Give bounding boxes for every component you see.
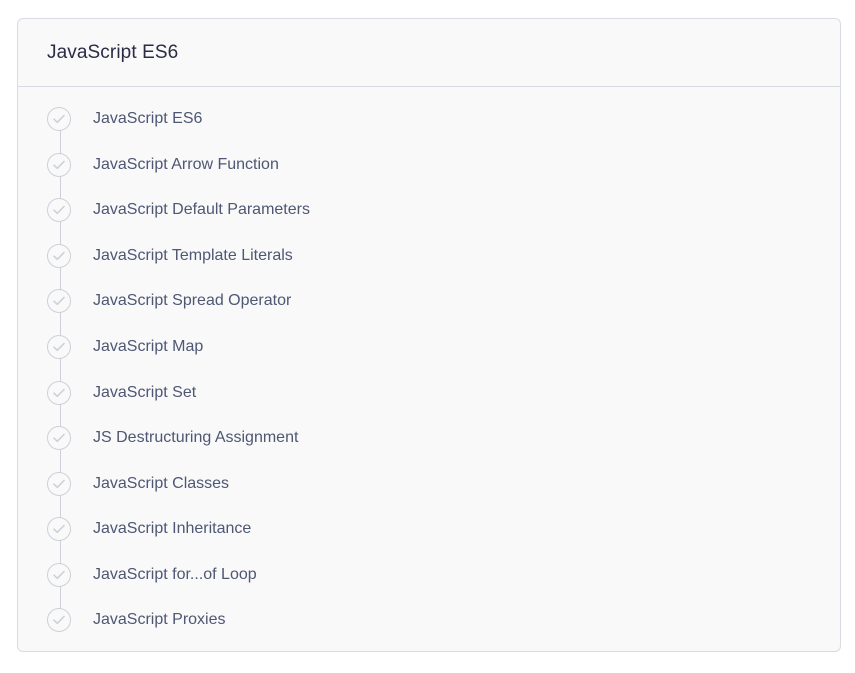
check-circle-icon: [47, 153, 71, 177]
check-circle-icon: [47, 426, 71, 450]
check-circle-icon: [47, 563, 71, 587]
topic-link[interactable]: JavaScript Set: [93, 378, 196, 408]
check-circle-icon: [47, 335, 71, 359]
topic-link[interactable]: JavaScript for...of Loop: [93, 560, 257, 590]
check-circle-icon: [47, 517, 71, 541]
section-title: JavaScript ES6: [47, 41, 179, 63]
list-item[interactable]: JavaScript Default Parameters: [18, 195, 818, 225]
list-item[interactable]: JavaScript Arrow Function: [18, 150, 818, 180]
check-circle-icon: [47, 198, 71, 222]
check-circle-icon: [47, 244, 71, 268]
check-circle-icon: [47, 381, 71, 405]
topic-link[interactable]: JavaScript Default Parameters: [93, 195, 310, 225]
check-circle-icon: [47, 472, 71, 496]
topic-link[interactable]: JavaScript Map: [93, 332, 203, 362]
topic-link[interactable]: JavaScript ES6: [93, 104, 202, 134]
topic-link[interactable]: JavaScript Template Literals: [93, 241, 293, 271]
list-item[interactable]: JavaScript Inheritance: [18, 514, 818, 544]
topic-list-card: JavaScript ES6 JavaScript ES6 JavaScript…: [17, 18, 841, 652]
topic-link[interactable]: JavaScript Inheritance: [93, 514, 251, 544]
list-item[interactable]: JavaScript ES6: [18, 104, 818, 134]
list-item[interactable]: JavaScript Set: [18, 378, 818, 408]
check-circle-icon: [47, 608, 71, 632]
list-item[interactable]: JS Destructuring Assignment: [18, 423, 818, 453]
topic-link[interactable]: JavaScript Spread Operator: [93, 286, 291, 316]
list-item[interactable]: JavaScript for...of Loop: [18, 560, 818, 590]
timeline-line: [60, 118, 61, 620]
topic-link[interactable]: JavaScript Arrow Function: [93, 150, 279, 180]
list-item[interactable]: JavaScript Proxies: [18, 605, 818, 635]
check-circle-icon: [47, 289, 71, 313]
check-circle-icon: [47, 107, 71, 131]
list-item[interactable]: JavaScript Map: [18, 332, 818, 362]
list-item[interactable]: JavaScript Classes: [18, 469, 818, 499]
card-header: JavaScript ES6: [18, 19, 840, 87]
topic-link[interactable]: JavaScript Proxies: [93, 605, 226, 635]
list-item[interactable]: JavaScript Template Literals: [18, 241, 818, 271]
topic-link[interactable]: JS Destructuring Assignment: [93, 423, 298, 453]
list-item[interactable]: JavaScript Spread Operator: [18, 286, 818, 316]
topic-link[interactable]: JavaScript Classes: [93, 469, 229, 499]
